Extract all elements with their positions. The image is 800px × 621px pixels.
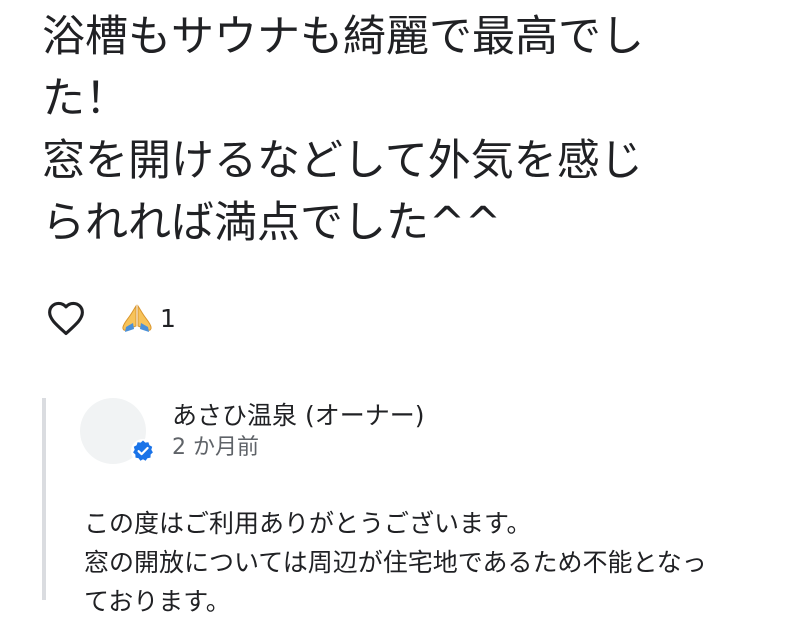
reply-text-line: この度はご利用ありがとうございます。 [84,509,532,538]
reaction-bar: 1 [44,296,176,340]
verified-check-icon [131,439,155,463]
reply-date: 2 か月前 [172,435,259,460]
like-button[interactable] [44,296,88,340]
folded-hands-icon [122,304,152,332]
review-text-line: られれば満点でした^^ [42,198,502,248]
review-text-line: 浴槽もサウナも綺麗で最高でし [42,12,644,62]
review-text-line: た！ [42,74,128,124]
review-text: 浴槽もサウナも綺麗で最高でし た！ 窓を開けるなどして外気を感じ られれば満点で… [42,6,762,254]
reaction-chip-pray[interactable]: 1 [120,303,176,333]
review-text-line: 窓を開けるなどして外気を感じ [42,136,643,186]
reply-text-line: ております。 [84,587,231,616]
heart-outline-icon [48,301,84,336]
owner-name[interactable]: あさひ温泉 (オーナー) [172,398,424,434]
reply-text: この度はご利用ありがとうございます。 窓の開放については周辺が住宅地であるため不… [84,504,800,621]
reaction-count: 1 [160,303,176,333]
reply-text-line: 窓の開放については周辺が住宅地であるため不能となっ [84,548,707,577]
owner-reply: あさひ温泉 (オーナー) 2 か月前 この度はご利用ありがとうございます。 窓の… [42,398,800,616]
